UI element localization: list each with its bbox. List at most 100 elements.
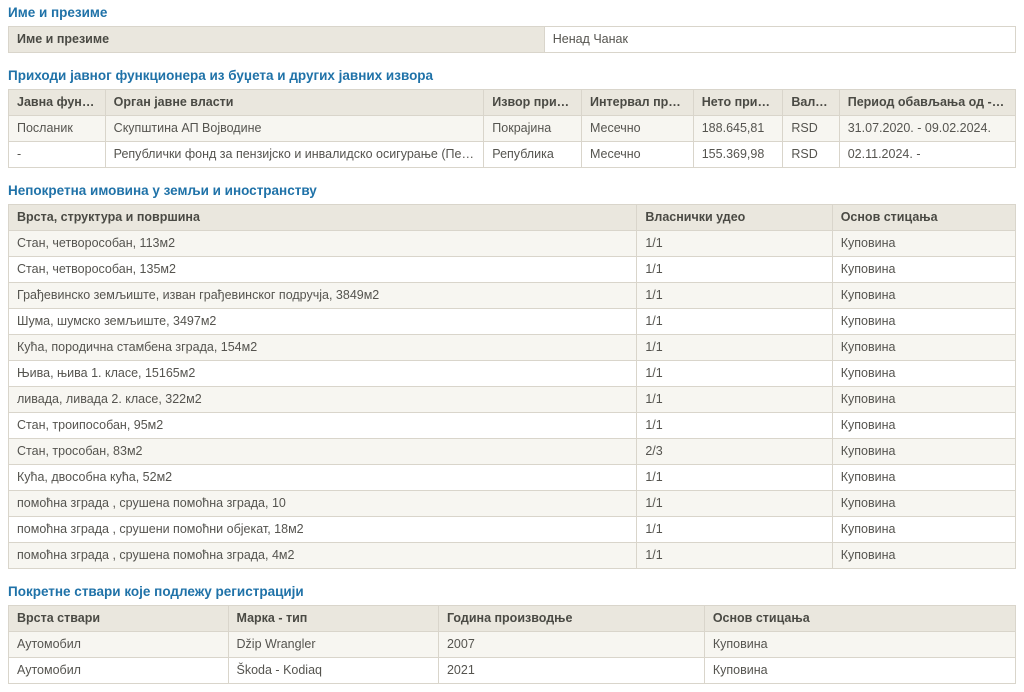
person-table: Име и презимеНенад Чанак	[8, 26, 1016, 53]
table-cell: помоћна зграда , срушена помоћна зграда,…	[9, 543, 637, 569]
table-cell: Куповина	[832, 543, 1015, 569]
table-row: помоћна зграда , срушени помоћни објекат…	[9, 517, 1016, 543]
column-header: Период обављања од - до	[839, 90, 1015, 116]
table-cell: Скупштина АП Војводине	[105, 116, 484, 142]
table-cell: Куповина	[832, 231, 1015, 257]
section-title-income: Приходи јавног функционера из буџета и д…	[8, 68, 1016, 84]
table-cell: 155.369,98	[693, 142, 783, 168]
column-header: Година производње	[438, 606, 704, 632]
table-cell: 1/1	[637, 491, 832, 517]
table-cell: Посланик	[9, 116, 106, 142]
table-row: ливада, ливада 2. класе, 322м21/1Куповин…	[9, 387, 1016, 413]
column-header: Интервал прихода	[581, 90, 693, 116]
table-row: -Републички фонд за пензијско и инвалидс…	[9, 142, 1016, 168]
table-row: ПосланикСкупштина АП ВојводинеПокрајинаМ…	[9, 116, 1016, 142]
table-cell: Куповина	[832, 387, 1015, 413]
table-row: Шума, шумско земљиште, 3497м21/1Куповина	[9, 309, 1016, 335]
table-cell: 2/3	[637, 439, 832, 465]
table-cell: 2021	[438, 658, 704, 684]
column-header: Врста ствари	[9, 606, 229, 632]
table-cell: Име и презиме	[9, 27, 545, 53]
table-cell: 2007	[438, 632, 704, 658]
table-row: Стан, четворособан, 135м21/1Куповина	[9, 257, 1016, 283]
table-cell: 1/1	[637, 257, 832, 283]
table-cell: Куповина	[832, 257, 1015, 283]
table-row: АутомобилDžip Wrangler2007Куповина	[9, 632, 1016, 658]
asset-declaration-page: Име и презиме Име и презимеНенад Чанак П…	[0, 0, 1024, 692]
table-cell: 31.07.2020. - 09.02.2024.	[839, 116, 1015, 142]
column-header: Валута	[783, 90, 839, 116]
table-cell: Њива, њива 1. класе, 15165м2	[9, 361, 637, 387]
table-row: Кућа, двособна кућа, 52м21/1Куповина	[9, 465, 1016, 491]
table-cell: 1/1	[637, 465, 832, 491]
column-header: Нето приход	[693, 90, 783, 116]
table-cell: Републички фонд за пензијско и инвалидск…	[105, 142, 484, 168]
table-cell: ливада, ливада 2. класе, 322м2	[9, 387, 637, 413]
table-cell: Džip Wrangler	[228, 632, 438, 658]
table-cell: 1/1	[637, 361, 832, 387]
table-cell: Република	[484, 142, 582, 168]
column-header: Власнички удео	[637, 205, 832, 231]
table-cell: Шума, шумско земљиште, 3497м2	[9, 309, 637, 335]
table-cell: Куповина	[832, 309, 1015, 335]
column-header: Врста, структура и површина	[9, 205, 637, 231]
table-cell: помоћна зграда , срушени помоћни објекат…	[9, 517, 637, 543]
table-row: Кућа, породична стамбена зграда, 154м21/…	[9, 335, 1016, 361]
column-header: Марка - тип	[228, 606, 438, 632]
income-table: Јавна функцијаОрган јавне властиИзвор пр…	[8, 89, 1016, 168]
table-cell: Стан, четворособан, 113м2	[9, 231, 637, 257]
table-cell: Куповина	[832, 517, 1015, 543]
table-cell: Аутомобил	[9, 658, 229, 684]
table-header-row: Врста, структура и површинаВласнички уде…	[9, 205, 1016, 231]
table-cell: 1/1	[637, 387, 832, 413]
column-header: Орган јавне власти	[105, 90, 484, 116]
table-cell: Куповина	[832, 335, 1015, 361]
table-cell: Стан, троипособан, 95м2	[9, 413, 637, 439]
table-row: Грађевинско земљиште, изван грађевинског…	[9, 283, 1016, 309]
table-header-row: Врста ствариМарка - типГодина производње…	[9, 606, 1016, 632]
table-cell: Куповина	[832, 491, 1015, 517]
table-cell: Покрајина	[484, 116, 582, 142]
table-cell: 188.645,81	[693, 116, 783, 142]
table-cell: Кућа, двособна кућа, 52м2	[9, 465, 637, 491]
table-cell: Куповина	[832, 465, 1015, 491]
section-title-real-estate: Непокретна имовина у земљи и иностранств…	[8, 183, 1016, 199]
table-row: Стан, троипособан, 95м21/1Куповина	[9, 413, 1016, 439]
table-cell: Куповина	[704, 658, 1015, 684]
table-cell: RSD	[783, 116, 839, 142]
table-cell: Škoda - Kodiaq	[228, 658, 438, 684]
table-cell: 1/1	[637, 517, 832, 543]
table-cell: Аутомобил	[9, 632, 229, 658]
table-cell: -	[9, 142, 106, 168]
table-cell: Грађевинско земљиште, изван грађевинског…	[9, 283, 637, 309]
table-cell: Стан, трособан, 83м2	[9, 439, 637, 465]
column-header: Основ стицања	[704, 606, 1015, 632]
table-cell: 02.11.2024. -	[839, 142, 1015, 168]
table-row: помоћна зграда , срушена помоћна зграда,…	[9, 491, 1016, 517]
section-title-person: Име и презиме	[8, 5, 1016, 21]
table-cell: Месечно	[581, 116, 693, 142]
table-cell: Стан, четворособан, 135м2	[9, 257, 637, 283]
table-cell: Куповина	[704, 632, 1015, 658]
table-cell: 1/1	[637, 309, 832, 335]
table-header-row: Јавна функцијаОрган јавне властиИзвор пр…	[9, 90, 1016, 116]
table-row: АутомобилŠkoda - Kodiaq2021Куповина	[9, 658, 1016, 684]
column-header: Извор прихода	[484, 90, 582, 116]
table-cell: Месечно	[581, 142, 693, 168]
table-cell: 1/1	[637, 543, 832, 569]
table-cell: 1/1	[637, 335, 832, 361]
table-row: Стан, трособан, 83м22/3Куповина	[9, 439, 1016, 465]
table-cell: Куповина	[832, 361, 1015, 387]
table-cell: Куповина	[832, 283, 1015, 309]
vehicles-table: Врста ствариМарка - типГодина производње…	[8, 605, 1016, 684]
table-row: Њива, њива 1. класе, 15165м21/1Куповина	[9, 361, 1016, 387]
column-header: Јавна функција	[9, 90, 106, 116]
real-estate-table: Врста, структура и површинаВласнички уде…	[8, 204, 1016, 569]
table-cell: 1/1	[637, 231, 832, 257]
table-cell: Кућа, породична стамбена зграда, 154м2	[9, 335, 637, 361]
table-row: Име и презимеНенад Чанак	[9, 27, 1016, 53]
table-row: помоћна зграда , срушена помоћна зграда,…	[9, 543, 1016, 569]
table-cell: Куповина	[832, 439, 1015, 465]
table-cell: 1/1	[637, 413, 832, 439]
table-cell: RSD	[783, 142, 839, 168]
